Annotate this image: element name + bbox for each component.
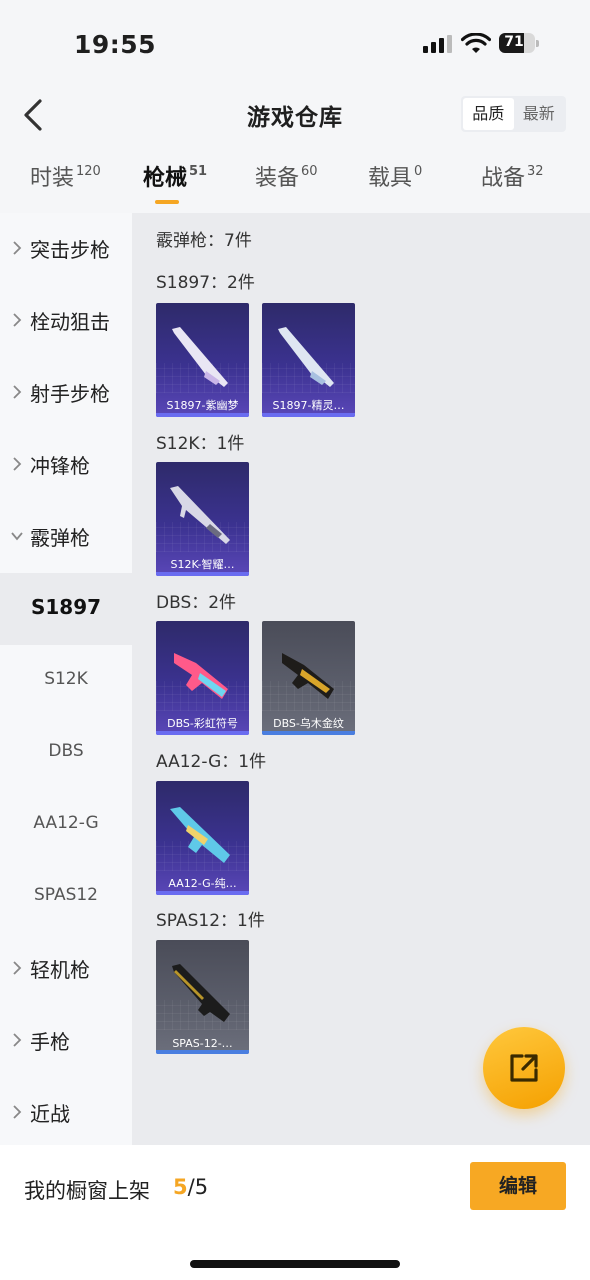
battery-level: 71 — [504, 34, 524, 50]
shotgun-skin-icon — [170, 807, 230, 863]
sidebar-item-label: S1897 — [30, 595, 102, 619]
status-time: 19:55 — [74, 30, 157, 59]
edit-button[interactable]: 编辑 — [470, 1162, 566, 1210]
wifi-icon — [460, 32, 492, 55]
showcase-label: 我的橱窗上架 — [24, 1179, 150, 1203]
weapon-sidebar: 突击步枪 栓动狙击 射手步枪 冲锋枪 霰弹枪 S1897 S12K DBS AA… — [0, 213, 132, 1145]
tab-costume[interactable]: 时装 120 — [30, 160, 101, 206]
weapon-name: SPAS-12-… — [172, 1037, 233, 1050]
showcase-current: 5 — [173, 1175, 188, 1199]
tab-weapons[interactable]: 枪械 51 — [143, 160, 207, 206]
sidebar-item-label: 射手步枪 — [30, 382, 110, 406]
weapon-card[interactable]: S1897-精灵… — [262, 303, 355, 417]
shotgun-skin-icon — [170, 486, 230, 544]
weapon-card[interactable]: AA12-G-纯… — [156, 781, 249, 895]
weapon-card[interactable]: DBS-乌木金纹 — [262, 621, 355, 735]
sidebar-item-label: 栓动狙击 — [30, 310, 110, 334]
weapon-card[interactable]: SPAS-12-… — [156, 940, 249, 1054]
tab-label: 战备 — [481, 166, 526, 191]
tab-label: 载具 — [368, 166, 413, 191]
chevron-right-icon — [13, 313, 22, 327]
weapon-name: DBS-彩虹符号 — [167, 717, 238, 730]
group-title: AA12-G：1件 — [156, 752, 267, 772]
category-tabs: 时装 120 枪械 51 装备 60 载具 0 战备 32 — [0, 160, 590, 210]
group-title: SPAS12：1件 — [156, 911, 265, 931]
chevron-right-icon — [13, 241, 22, 255]
sidebar-item-label: SPAS12 — [33, 885, 98, 905]
sidebar-item-label: 轻机枪 — [30, 958, 90, 982]
tab-count: 120 — [76, 164, 101, 179]
group-title: S1897：2件 — [156, 273, 255, 293]
chevron-right-icon — [13, 457, 22, 471]
weapon-card[interactable]: DBS-彩虹符号 — [156, 621, 249, 735]
tab-label: 枪械 — [143, 166, 188, 191]
weapon-name: AA12-G-纯… — [168, 877, 237, 890]
chevron-right-icon — [13, 385, 22, 399]
share-button[interactable] — [483, 1027, 565, 1109]
tab-count: 0 — [414, 164, 423, 179]
shotgun-skin-icon — [174, 653, 228, 699]
sort-toggle: 品质 最新 — [461, 96, 566, 132]
tab-supplies[interactable]: 战备 32 — [481, 160, 544, 206]
sidebar-item-bolt-sniper[interactable]: 栓动狙击 — [0, 285, 132, 357]
tab-vehicles[interactable]: 载具 0 — [368, 160, 422, 206]
sidebar-item-label: 霰弹枪 — [30, 526, 90, 550]
weapon-card[interactable]: S1897-紫幽梦 — [156, 303, 249, 417]
sidebar-item-label: 冲锋枪 — [30, 454, 90, 478]
showcase-total: /5 — [187, 1175, 209, 1199]
sidebar-item-melee[interactable]: 近战 — [0, 1077, 132, 1149]
share-icon — [510, 1054, 538, 1082]
status-bar: 19:55 71 — [0, 0, 590, 90]
chevron-down-icon — [11, 532, 23, 541]
showcase-bar: 我的橱窗上架 5/5 编辑 — [0, 1145, 590, 1280]
sidebar-subitem-aa12g[interactable]: AA12-G — [0, 789, 132, 861]
tab-equipment[interactable]: 装备 60 — [255, 160, 318, 206]
shotgun-skin-icon — [278, 327, 334, 387]
sort-quality-option[interactable]: 品质 — [463, 98, 514, 130]
shotgun-skin-icon — [282, 653, 334, 699]
shotgun-skin-icon — [172, 964, 230, 1022]
sidebar-subitem-s12k[interactable]: S12K — [0, 645, 132, 717]
weapon-name: DBS-乌木金纹 — [273, 717, 344, 730]
page-header: 游戏仓库 品质 最新 — [0, 90, 590, 140]
sidebar-item-marksman[interactable]: 射手步枪 — [0, 357, 132, 429]
home-indicator[interactable] — [190, 1260, 400, 1268]
tab-active-indicator — [155, 200, 179, 204]
sidebar-item-label: 手枪 — [30, 1030, 70, 1054]
group-title: DBS：2件 — [156, 593, 237, 613]
group-title: S12K：1件 — [156, 434, 245, 454]
sidebar-item-smg[interactable]: 冲锋枪 — [0, 429, 132, 501]
tab-label: 时装 — [30, 166, 75, 191]
sidebar-subitem-s1897[interactable]: S1897 — [0, 573, 132, 645]
weapon-card[interactable]: S12K-智耀… — [156, 462, 249, 576]
sidebar-subitem-dbs[interactable]: DBS — [0, 717, 132, 789]
tab-count: 32 — [527, 164, 544, 179]
sort-newest-option[interactable]: 最新 — [514, 98, 565, 130]
weapon-name: S1897-精灵… — [272, 399, 345, 412]
sidebar-item-label: 近战 — [30, 1102, 70, 1126]
sidebar-subitem-spas12[interactable]: SPAS12 — [0, 861, 132, 933]
tab-label: 装备 — [255, 166, 300, 191]
shotgun-skin-icon — [172, 327, 228, 387]
sidebar-item-pistol[interactable]: 手枪 — [0, 1005, 132, 1077]
chevron-right-icon — [13, 1033, 22, 1047]
sidebar-item-label: DBS — [48, 741, 84, 761]
sidebar-item-shotgun[interactable]: 霰弹枪 — [0, 501, 132, 573]
tab-count: 60 — [301, 164, 318, 179]
sidebar-item-label: 突击步枪 — [30, 238, 110, 262]
tab-count: 51 — [189, 164, 208, 179]
battery-icon: 71 — [499, 33, 539, 53]
weapon-name: S1897-紫幽梦 — [166, 399, 239, 412]
chevron-right-icon — [13, 961, 22, 975]
sidebar-item-label: AA12-G — [33, 813, 99, 833]
weapon-list: 霰弹枪：7件 S1897：2件 S1897-紫幽梦 S1897-精灵… S12K… — [132, 213, 590, 1145]
signal-icon — [423, 35, 453, 53]
sidebar-item-assault-rifle[interactable]: 突击步枪 — [0, 213, 132, 285]
category-summary: 霰弹枪：7件 — [156, 231, 252, 251]
sidebar-item-lmg[interactable]: 轻机枪 — [0, 933, 132, 1005]
chevron-right-icon — [13, 1105, 22, 1119]
weapon-name: S12K-智耀… — [170, 558, 235, 571]
showcase-count: 5/5 — [173, 1175, 208, 1199]
sidebar-item-label: S12K — [44, 669, 88, 689]
